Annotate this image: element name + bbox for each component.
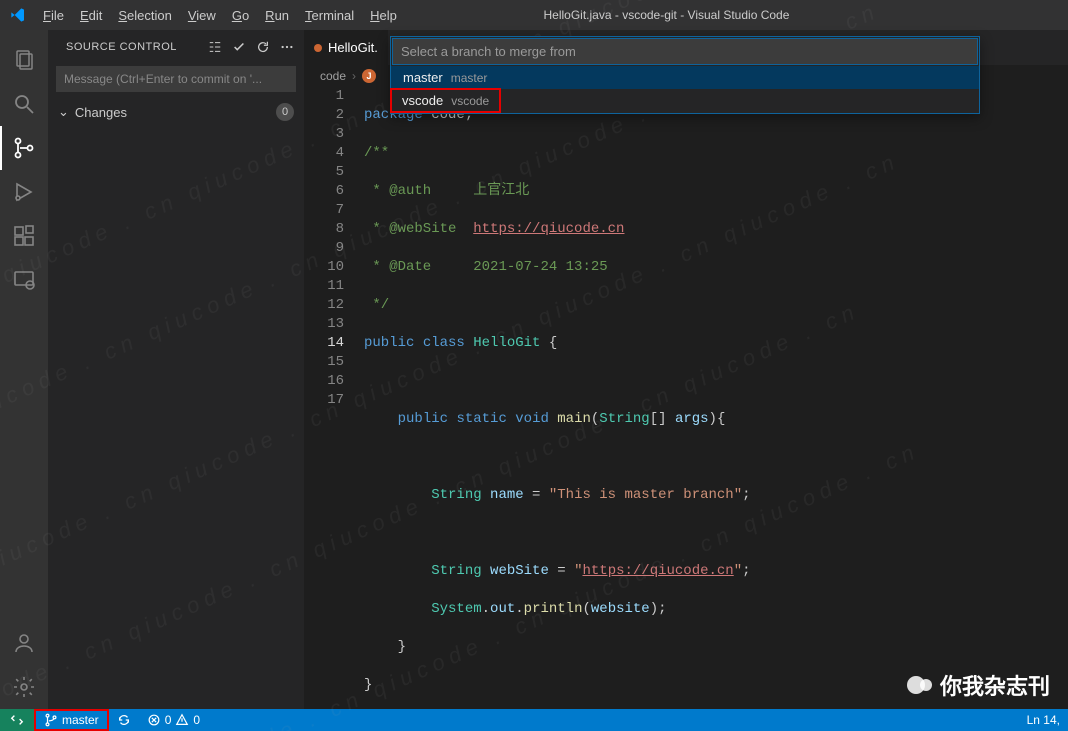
- code-editor[interactable]: 1234567891011121314151617 package code; …: [304, 87, 1068, 709]
- code-content[interactable]: package code; /** * @auth 上官江北 * @webSit…: [360, 87, 1068, 709]
- wechat-icon: [907, 676, 932, 694]
- activity-bar: [0, 30, 48, 709]
- editor: HelloGit. code › J 123456789101112131415…: [304, 30, 1068, 709]
- source-control-sidebar: SOURCE CONTROL ⌄ Changes 0: [48, 30, 304, 709]
- view-tree-icon[interactable]: [204, 36, 226, 58]
- branch-item-vscode[interactable]: vscode vscode: [390, 88, 501, 113]
- menu-view[interactable]: View: [180, 4, 224, 27]
- vscode-logo-icon: [0, 7, 35, 23]
- status-bar: master 0 0 Ln 14,: [0, 709, 1068, 731]
- tab-hellogit[interactable]: HelloGit.: [304, 30, 388, 65]
- branch-name: master: [62, 713, 99, 727]
- status-branch[interactable]: master: [34, 709, 109, 731]
- branch-list: master master vscode vscode: [391, 66, 979, 113]
- run-debug-icon[interactable]: [0, 170, 48, 214]
- branch-item-master[interactable]: master master: [391, 66, 979, 89]
- status-problems[interactable]: 0 0: [139, 709, 208, 731]
- remote-explorer-icon[interactable]: [0, 258, 48, 302]
- watermark-brand: 你我杂志刊: [907, 669, 1050, 701]
- modified-indicator-icon: [314, 44, 322, 52]
- window-title: HelloGit.java - vscode-git - Visual Stud…: [405, 8, 928, 22]
- menu-edit[interactable]: Edit: [72, 4, 110, 27]
- menu-run[interactable]: Run: [257, 4, 297, 27]
- sidebar-title: SOURCE CONTROL: [66, 41, 204, 53]
- chevron-down-icon: ⌄: [58, 104, 69, 120]
- branch-search-input[interactable]: [392, 38, 978, 65]
- warning-icon: [175, 713, 189, 727]
- changes-section[interactable]: ⌄ Changes 0: [48, 100, 304, 124]
- menu-terminal[interactable]: Terminal: [297, 4, 362, 27]
- menu-help[interactable]: Help: [362, 4, 405, 27]
- chevron-right-icon: ›: [352, 69, 356, 83]
- menu-file[interactable]: File: [35, 4, 72, 27]
- refresh-icon[interactable]: [252, 36, 274, 58]
- java-file-icon: J: [362, 69, 376, 83]
- more-actions-icon[interactable]: [276, 36, 298, 58]
- account-icon[interactable]: [0, 621, 48, 665]
- commit-message-input[interactable]: [56, 66, 296, 92]
- error-icon: [147, 713, 161, 727]
- remote-indicator[interactable]: [0, 709, 34, 731]
- search-icon[interactable]: [0, 82, 48, 126]
- tab-label: HelloGit.: [328, 40, 378, 55]
- source-control-icon[interactable]: [0, 126, 48, 170]
- changes-count-badge: 0: [276, 103, 294, 121]
- menu-go[interactable]: Go: [224, 4, 257, 27]
- settings-gear-icon[interactable]: [0, 665, 48, 709]
- git-branch-icon: [44, 713, 58, 727]
- extensions-icon[interactable]: [0, 214, 48, 258]
- status-sync[interactable]: [109, 709, 139, 731]
- status-cursor-position[interactable]: Ln 14,: [1019, 709, 1068, 731]
- breadcrumb-seg-code[interactable]: code: [320, 69, 346, 83]
- changes-label: Changes: [75, 105, 276, 120]
- commit-check-icon[interactable]: [228, 36, 250, 58]
- brand-text: 你我杂志刊: [940, 669, 1050, 701]
- branch-merge-quickinput: master master vscode vscode: [390, 36, 980, 114]
- sync-icon: [117, 713, 131, 727]
- title-bar: File Edit Selection View Go Run Terminal…: [0, 0, 1068, 30]
- line-number-gutter: 1234567891011121314151617: [304, 87, 360, 709]
- explorer-icon[interactable]: [0, 38, 48, 82]
- menu-bar: File Edit Selection View Go Run Terminal…: [35, 4, 405, 27]
- menu-selection[interactable]: Selection: [110, 4, 179, 27]
